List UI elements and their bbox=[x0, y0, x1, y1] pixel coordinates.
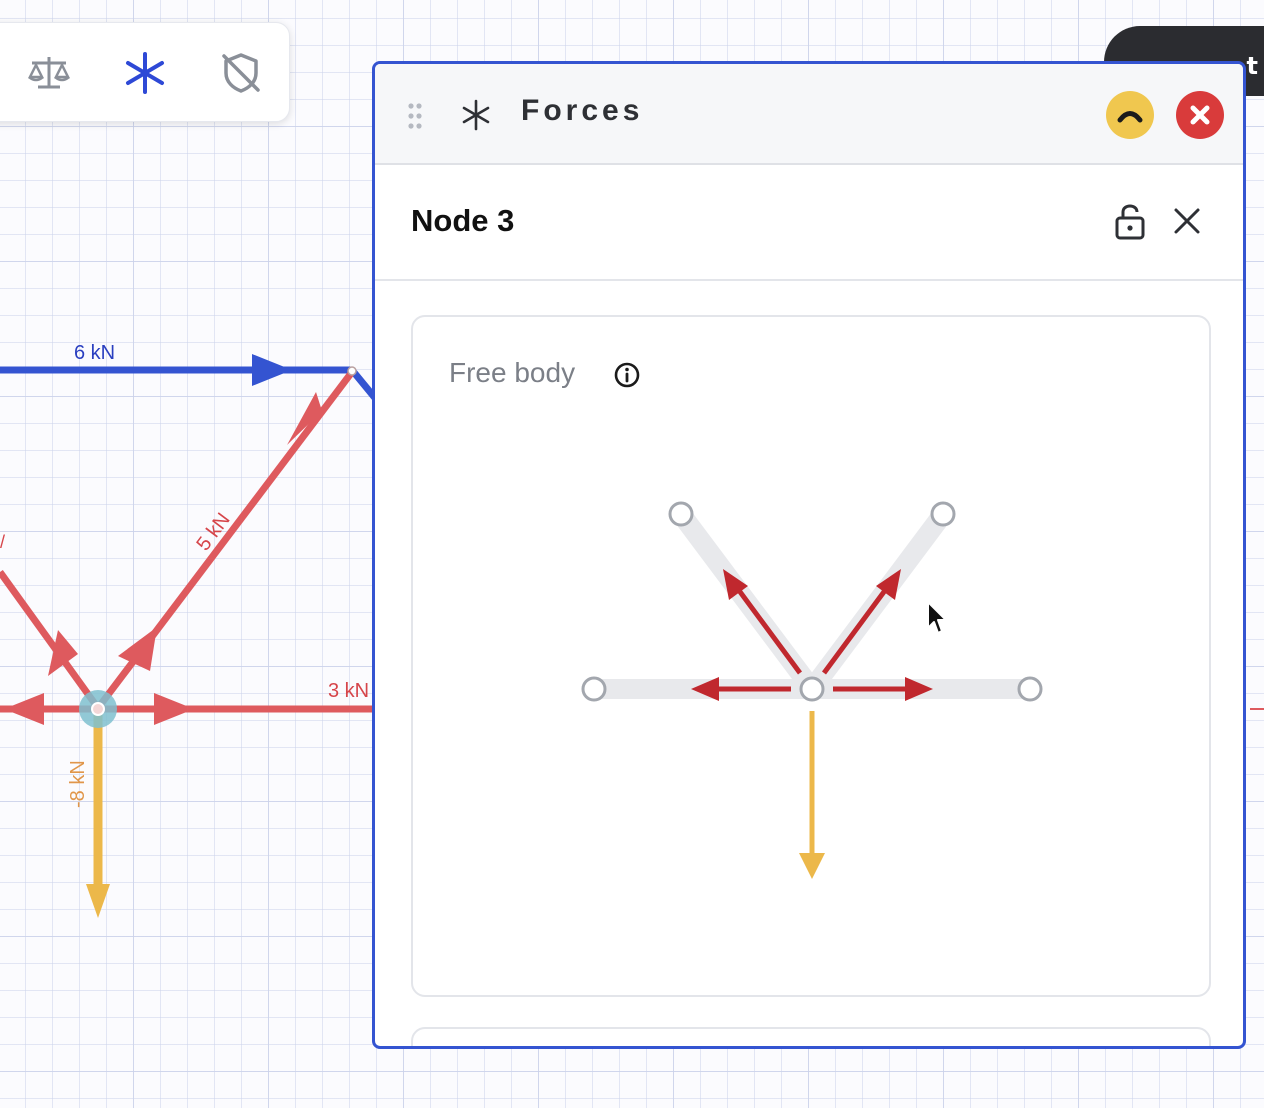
node-right[interactable] bbox=[1017, 676, 1043, 702]
panel-header: Forces bbox=[375, 64, 1243, 165]
free-body-card: Free body bbox=[411, 315, 1211, 997]
top-node[interactable] bbox=[347, 366, 357, 376]
shield-tool-button[interactable] bbox=[215, 47, 267, 99]
left-diagonal-member[interactable] bbox=[0, 569, 101, 711]
next-card bbox=[411, 1027, 1211, 1046]
panel-title: Forces bbox=[521, 94, 644, 127]
bottom-arrow-left bbox=[4, 693, 44, 725]
mouse-cursor-icon bbox=[927, 601, 947, 634]
dark-tab-text: t bbox=[1246, 52, 1258, 80]
node-upper-right[interactable] bbox=[930, 501, 956, 527]
shield-off-icon bbox=[222, 53, 260, 93]
drag-handle-icon[interactable] bbox=[407, 102, 423, 130]
force-arrow-upper-left bbox=[732, 583, 803, 675]
left-member-label-fragment: / bbox=[0, 532, 5, 552]
chevron-up-icon bbox=[1117, 111, 1143, 123]
free-body-diagram[interactable] bbox=[413, 317, 1209, 995]
bottom-arrow-right bbox=[154, 693, 194, 725]
center-node[interactable] bbox=[799, 676, 825, 702]
balance-tool-button[interactable] bbox=[23, 47, 75, 99]
selected-node[interactable] bbox=[91, 702, 105, 716]
vertical-load-label: -8 kN bbox=[67, 760, 89, 808]
minimize-button[interactable] bbox=[1106, 91, 1154, 139]
close-panel-button[interactable] bbox=[1176, 91, 1224, 139]
x-icon[interactable] bbox=[1171, 205, 1203, 237]
forces-panel: Forces Node 3 Free body bbox=[372, 61, 1246, 1049]
node-left[interactable] bbox=[581, 676, 607, 702]
bottom-member-label: 3 kN bbox=[328, 680, 369, 702]
unlock-icon[interactable] bbox=[1113, 201, 1147, 241]
asterisk-icon bbox=[462, 99, 490, 131]
forces-tool-button[interactable] bbox=[119, 47, 171, 99]
diagonal-arrow-bottom bbox=[118, 627, 157, 671]
load-arrow-head bbox=[799, 853, 825, 879]
mode-toolbar bbox=[0, 22, 290, 122]
force-arrow-upper-right bbox=[821, 583, 892, 675]
top-member-label: 6 kN bbox=[74, 342, 115, 364]
vertical-load-arrow bbox=[86, 884, 110, 918]
close-icon bbox=[1190, 105, 1210, 125]
asterisk-forces-icon bbox=[126, 52, 164, 94]
node-header: Node 3 bbox=[375, 165, 1243, 281]
balance-scale-icon bbox=[27, 57, 71, 89]
node-upper-left[interactable] bbox=[668, 501, 694, 527]
top-member-arrow bbox=[252, 354, 292, 386]
node-title: Node 3 bbox=[411, 203, 515, 238]
